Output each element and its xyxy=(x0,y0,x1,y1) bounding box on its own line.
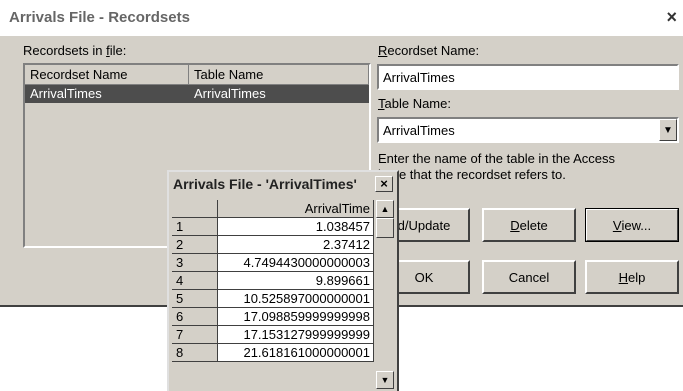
recordsets-label: Recordsets in file: xyxy=(23,43,126,58)
recordset-name-label-key: R xyxy=(378,43,388,58)
chevron-down-icon[interactable]: ▼ xyxy=(659,119,677,141)
title-bar: Arrivals File - Recordsets × xyxy=(0,0,683,36)
recordsets-label-post: ile: xyxy=(109,43,127,58)
scroll-thumb[interactable] xyxy=(376,218,394,238)
table-cell[interactable]: 2.37412 xyxy=(218,236,374,254)
delete-label-key: D xyxy=(510,217,520,233)
table-cell[interactable]: 4.7494430000000003 xyxy=(218,254,374,272)
list-item-table: ArrivalTimes xyxy=(194,86,266,101)
table-cell[interactable]: 17.153127999999999 xyxy=(218,326,374,344)
table-cell[interactable]: 10.525897000000001 xyxy=(218,290,374,308)
row-header[interactable]: 4 xyxy=(172,272,218,290)
add-update-label: d/Update xyxy=(397,217,451,233)
recordset-name-label-rest: ecordset Name: xyxy=(387,43,480,58)
help-label-key: H xyxy=(618,269,629,285)
row-header[interactable]: 6 xyxy=(172,308,218,326)
view-button[interactable]: View... xyxy=(585,208,679,242)
delete-label-rest: elete xyxy=(519,217,548,233)
ok-label: OK xyxy=(414,269,434,285)
view-label-rest: iew... xyxy=(621,217,652,233)
list-item[interactable]: ArrivalTimes ArrivalTimes xyxy=(25,85,369,103)
row-header[interactable]: 5 xyxy=(172,290,218,308)
scroll-up-icon[interactable]: ▲ xyxy=(376,200,394,218)
column-header-table-name[interactable]: Table Name xyxy=(189,65,369,85)
row-header[interactable]: 8 xyxy=(172,344,218,362)
arrival-times-grid-window: Arrivals File - 'ArrivalTimes' × Arrival… xyxy=(167,170,399,391)
delete-button[interactable]: Delete xyxy=(482,208,576,242)
close-icon[interactable]: × xyxy=(666,7,677,28)
vertical-scrollbar[interactable]: ▲ ▼ xyxy=(376,200,394,389)
row-header-corner[interactable] xyxy=(172,200,218,218)
help-label-rest: elp xyxy=(628,269,646,285)
help-text-line-2: base that the recordset refers to. xyxy=(378,167,566,182)
table-name-combo[interactable]: ArrivalTimes ▼ xyxy=(377,117,679,143)
column-header-arrival-time[interactable]: ArrivalTime xyxy=(218,200,374,218)
list-item-recordset: ArrivalTimes xyxy=(30,86,102,101)
row-header[interactable]: 7 xyxy=(172,326,218,344)
table-cell[interactable]: 17.098859999999998 xyxy=(218,308,374,326)
grid-window-title: Arrivals File - 'ArrivalTimes' xyxy=(173,176,357,192)
help-text-line-1: Enter the name of the table in the Acces… xyxy=(378,151,616,166)
cancel-label: Cancel xyxy=(508,269,550,285)
table-cell[interactable]: 1.038457 xyxy=(218,218,374,236)
table-cell[interactable]: 21.618161000000001 xyxy=(218,344,374,362)
recordset-name-input[interactable]: ArrivalTimes xyxy=(377,64,679,90)
table-name-label-rest: able Name: xyxy=(384,96,451,111)
recordset-name-value: ArrivalTimes xyxy=(383,70,455,85)
window-title: Arrivals File - Recordsets xyxy=(9,9,190,26)
row-header[interactable]: 2 xyxy=(172,236,218,254)
row-header[interactable]: 3 xyxy=(172,254,218,272)
close-icon[interactable]: × xyxy=(375,176,393,192)
recordset-name-label: Recordset Name: xyxy=(378,43,479,58)
row-header[interactable]: 1 xyxy=(172,218,218,236)
help-button[interactable]: Help xyxy=(585,260,679,294)
scroll-down-icon[interactable]: ▼ xyxy=(376,371,394,389)
table-name-label: Table Name: xyxy=(378,96,451,111)
table-name-value: ArrivalTimes xyxy=(383,123,455,138)
table-cell[interactable]: 9.899661 xyxy=(218,272,374,290)
recordsets-label-pre: Recordsets in xyxy=(23,43,107,58)
view-label-key: V xyxy=(612,217,622,233)
cancel-button[interactable]: Cancel xyxy=(482,260,576,294)
column-header-recordset-name[interactable]: Recordset Name xyxy=(25,65,189,85)
